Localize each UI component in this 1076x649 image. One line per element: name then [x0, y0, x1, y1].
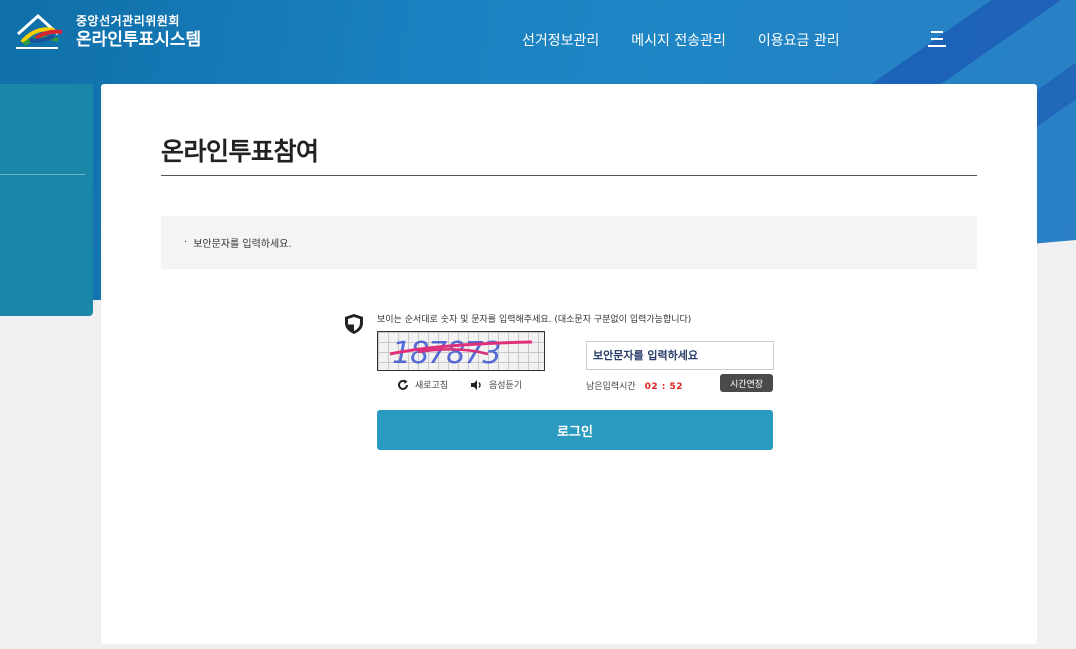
system-name: 온라인투표시스템	[76, 29, 202, 50]
refresh-label: 새로고침	[415, 381, 449, 391]
side-divider	[0, 174, 85, 175]
notice-box: · 보안문자를 입력하세요.	[161, 216, 977, 269]
refresh-icon	[398, 379, 408, 390]
page-title: 온라인투표참여	[161, 137, 319, 166]
org-name: 중앙선거관리위원회	[76, 13, 180, 28]
main-nav: 선거정보관리 메시지 전송관리 이용요금 관리	[522, 30, 840, 50]
nav-message-send[interactable]: 메시지 전송관리	[631, 30, 726, 50]
captcha-input[interactable]	[586, 341, 774, 370]
extend-time-button[interactable]: 시간연장	[720, 374, 773, 392]
nav-election-info[interactable]: 선거정보관리	[522, 30, 599, 50]
nav-usage-fee[interactable]: 이용요금 관리	[758, 30, 840, 50]
captcha-refresh-button[interactable]: 새로고침	[397, 378, 448, 391]
side-panel	[0, 84, 93, 316]
voice-label: 음성듣기	[489, 381, 523, 391]
captcha-voice-button[interactable]: 음성듣기	[470, 378, 522, 391]
captcha-guide: 보이는 순서대로 숫자 및 문자를 입력해주세요. (대소문자 구분없이 입력가…	[377, 315, 692, 325]
remaining-timer: 02 : 52	[644, 382, 683, 392]
notice-bullet: ·	[184, 237, 188, 248]
remaining-time: 남은입력시간 02 : 52	[586, 379, 683, 392]
hamburger-menu-icon[interactable]	[928, 31, 946, 49]
nec-logo-icon	[16, 13, 63, 49]
shield-icon	[345, 314, 363, 334]
speaker-icon	[471, 379, 481, 390]
content-card: 온라인투표참여 · 보안문자를 입력하세요. 보이는 순서대로 숫자 및 문자를…	[101, 84, 1037, 644]
login-button[interactable]: 로그인	[377, 410, 773, 450]
captcha-image: 187873	[377, 331, 545, 371]
title-divider	[161, 175, 977, 176]
logo[interactable]: 중앙선거관리위원회 온라인투표시스템	[14, 12, 201, 52]
remaining-label: 남은입력시간	[586, 382, 636, 392]
notice-text: 보안문자를 입력하세요.	[193, 239, 292, 250]
